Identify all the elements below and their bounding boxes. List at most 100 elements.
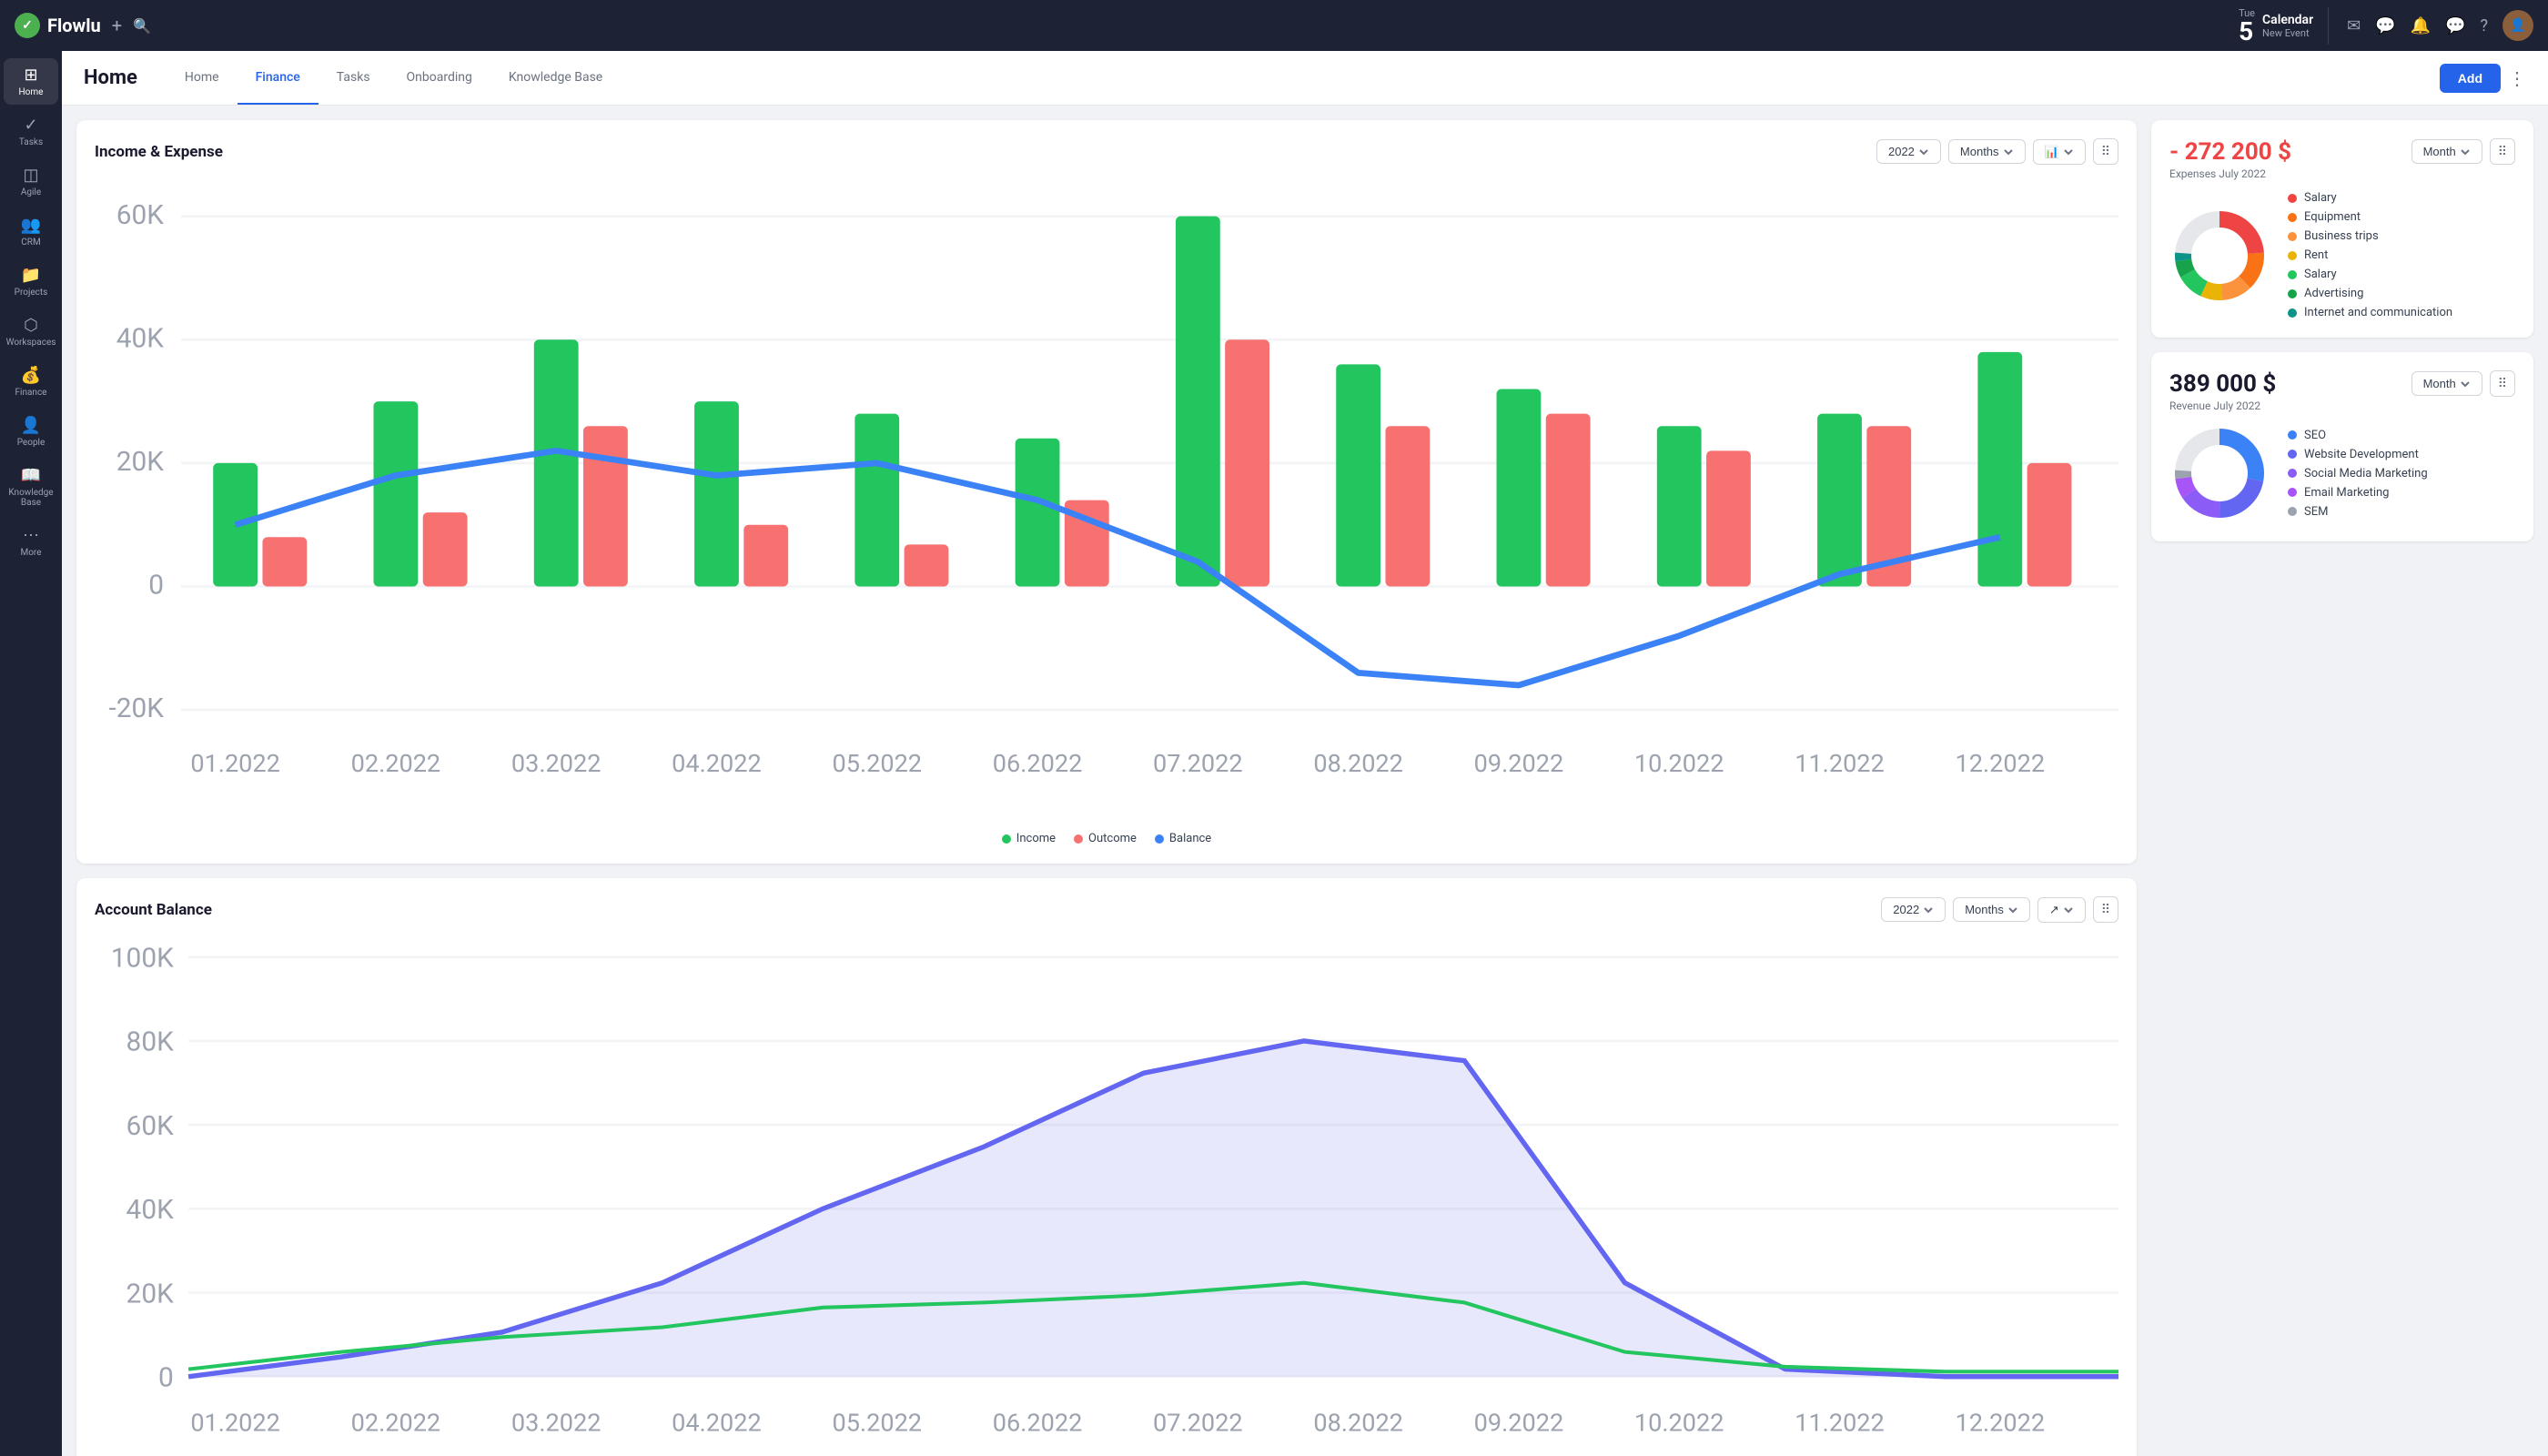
ab-year-label: 2022 — [1893, 903, 1919, 916]
help-icon[interactable]: ? — [2480, 16, 2488, 35]
sidebar-item-workspaces[interactable]: ⬡ Workspaces — [4, 308, 58, 355]
income-expense-svg: 60K 40K 20K 0 -20K — [95, 179, 2118, 821]
tab-home[interactable]: Home — [167, 51, 238, 105]
year-filter-btn[interactable]: 2022 — [1876, 139, 1941, 164]
calendar-number: 5 — [2239, 19, 2255, 45]
topbar: ✓ Flowlu + 🔍 Tue 5 Calendar New Event ✉ … — [0, 0, 2548, 51]
sidebar-item-more[interactable]: ⋯ More — [4, 519, 58, 565]
sidebar-label-agile: Agile — [21, 187, 41, 197]
grid-view-btn[interactable]: ⠿ — [2093, 138, 2118, 165]
sidebar-label-home: Home — [19, 87, 44, 97]
legend-email-marketing: Email Marketing — [2288, 486, 2428, 500]
svg-text:05.2022: 05.2022 — [832, 1409, 922, 1438]
sidebar-item-people[interactable]: 👤 People — [4, 409, 58, 455]
income-expense-card: Income & Expense 2022 Months � — [76, 120, 2137, 864]
svg-text:40K: 40K — [126, 1194, 175, 1226]
svg-text:12.2022: 12.2022 — [1956, 1409, 2046, 1438]
expenses-donut-chart — [2169, 206, 2270, 306]
sidebar-label-finance: Finance — [15, 388, 47, 398]
sidebar-item-home[interactable]: ⊞ Home — [4, 58, 58, 105]
svg-text:03.2022: 03.2022 — [511, 749, 602, 778]
ab-grid-btn[interactable]: ⠿ — [2093, 896, 2118, 923]
account-balance-title: Account Balance — [95, 901, 212, 919]
svg-text:07.2022: 07.2022 — [1153, 1409, 1243, 1438]
revenue-filters: Month ⠿ — [2412, 370, 2515, 397]
calendar-info: Calendar New Event — [2262, 13, 2313, 39]
legend-salary-2: Salary — [2288, 268, 2452, 281]
legend-website-dev: Website Development — [2288, 448, 2428, 461]
revenue-grid-btn[interactable]: ⠿ — [2490, 370, 2515, 397]
ab-period-label: Months — [1965, 903, 2004, 916]
logo[interactable]: ✓ Flowlu — [15, 13, 101, 38]
sidebar-label-tasks: Tasks — [19, 137, 43, 147]
chevron-down-icon — [1923, 905, 1934, 915]
income-label: Income — [1016, 832, 1056, 845]
revenue-widget: 389 000 $ Revenue July 2022 Month ⠿ — [2151, 352, 2533, 541]
legend-equipment: Equipment — [2288, 210, 2452, 224]
svg-text:20K: 20K — [116, 446, 165, 478]
tab-finance[interactable]: Finance — [238, 51, 318, 105]
legend-sem: SEM — [2288, 505, 2428, 519]
calendar-widget[interactable]: Tue 5 Calendar New Event — [2239, 7, 2329, 45]
income-dot — [1002, 834, 1011, 844]
search-icon[interactable]: 🔍 — [133, 17, 151, 35]
ab-period-filter-btn[interactable]: Months — [1953, 897, 2030, 922]
avatar[interactable]: 👤 — [2502, 10, 2533, 41]
chevron-down-icon — [2063, 147, 2074, 157]
ab-chart-btn[interactable]: ↗ — [2037, 897, 2086, 923]
sidebar-item-tasks[interactable]: ✓ Tasks — [4, 108, 58, 155]
expenses-period-btn[interactable]: Month — [2412, 139, 2482, 164]
people-icon: 👤 — [21, 416, 41, 435]
revenue-period-btn[interactable]: Month — [2412, 371, 2482, 396]
income-expense-legend: Income Outcome Balance — [95, 832, 2118, 845]
chat-icon[interactable]: 💬 — [2445, 16, 2465, 35]
topbar-right: Tue 5 Calendar New Event ✉ 💬 🔔 💬 ? 👤 — [2239, 7, 2533, 45]
tab-knowledge-base[interactable]: Knowledge Base — [490, 51, 621, 105]
svg-text:03.2022: 03.2022 — [511, 1409, 602, 1438]
income-expense-filters: 2022 Months 📊 ⠿ — [1876, 138, 2118, 165]
sidebar-label-knowledge: Knowledge Base — [7, 488, 55, 508]
ab-year-filter-btn[interactable]: 2022 — [1881, 897, 1946, 922]
period-filter-label: Months — [1960, 145, 1999, 158]
account-balance-filters: 2022 Months ↗ ⠿ — [1881, 896, 2118, 923]
svg-text:40K: 40K — [116, 322, 165, 354]
revenue-header: 389 000 $ Revenue July 2022 Month ⠿ — [2169, 370, 2515, 412]
income-expense-chart: 60K 40K 20K 0 -20K — [95, 179, 2118, 824]
mail-icon[interactable]: ✉ — [2347, 16, 2361, 35]
svg-text:04.2022: 04.2022 — [672, 749, 762, 778]
svg-text:09.2022: 09.2022 — [1474, 1409, 1564, 1438]
sidebar-item-crm[interactable]: 👥 CRM — [4, 208, 58, 255]
sidebar-item-knowledge[interactable]: 📖 Knowledge Base — [4, 459, 58, 515]
tasks-icon: ✓ — [24, 116, 37, 135]
chevron-down-icon — [1918, 147, 1929, 157]
legend-advertising: Advertising — [2288, 287, 2452, 300]
legend-social-media: Social Media Marketing — [2288, 467, 2428, 480]
sidebar-item-finance[interactable]: 💰 Finance — [4, 359, 58, 405]
tab-tasks[interactable]: Tasks — [318, 51, 389, 105]
add-button[interactable]: Add — [2440, 64, 2501, 93]
revenue-label: Revenue July 2022 — [2169, 399, 2276, 412]
sidebar-label-crm: CRM — [21, 238, 40, 248]
chart-type-btn[interactable]: 📊 — [2033, 139, 2086, 165]
sidebar-item-agile[interactable]: ◫ Agile — [4, 158, 58, 205]
legend-outcome: Outcome — [1074, 832, 1137, 845]
period-filter-btn[interactable]: Months — [1948, 139, 2026, 164]
year-filter-label: 2022 — [1888, 145, 1915, 158]
agile-icon: ◫ — [23, 166, 38, 185]
sidebar-item-projects[interactable]: 📁 Projects — [4, 258, 58, 305]
chevron-down-icon — [2460, 379, 2471, 389]
svg-text:02.2022: 02.2022 — [351, 749, 441, 778]
nav-tabs: Home Finance Tasks Onboarding Knowledge … — [167, 51, 2440, 105]
svg-text:05.2022: 05.2022 — [832, 749, 922, 778]
svg-text:60K: 60K — [116, 199, 165, 231]
svg-text:10.2022: 10.2022 — [1634, 749, 1724, 778]
bell-icon[interactable]: 🔔 — [2411, 16, 2431, 35]
svg-text:60K: 60K — [126, 1110, 175, 1142]
chevron-down-icon — [2063, 905, 2074, 915]
expenses-grid-btn[interactable]: ⠿ — [2490, 138, 2515, 165]
header-more-icon[interactable]: ⋮ — [2508, 67, 2526, 89]
tab-onboarding[interactable]: Onboarding — [389, 51, 490, 105]
balance-dot — [1155, 834, 1164, 844]
message-icon[interactable]: 💬 — [2375, 16, 2395, 35]
add-icon[interactable]: + — [112, 15, 122, 36]
